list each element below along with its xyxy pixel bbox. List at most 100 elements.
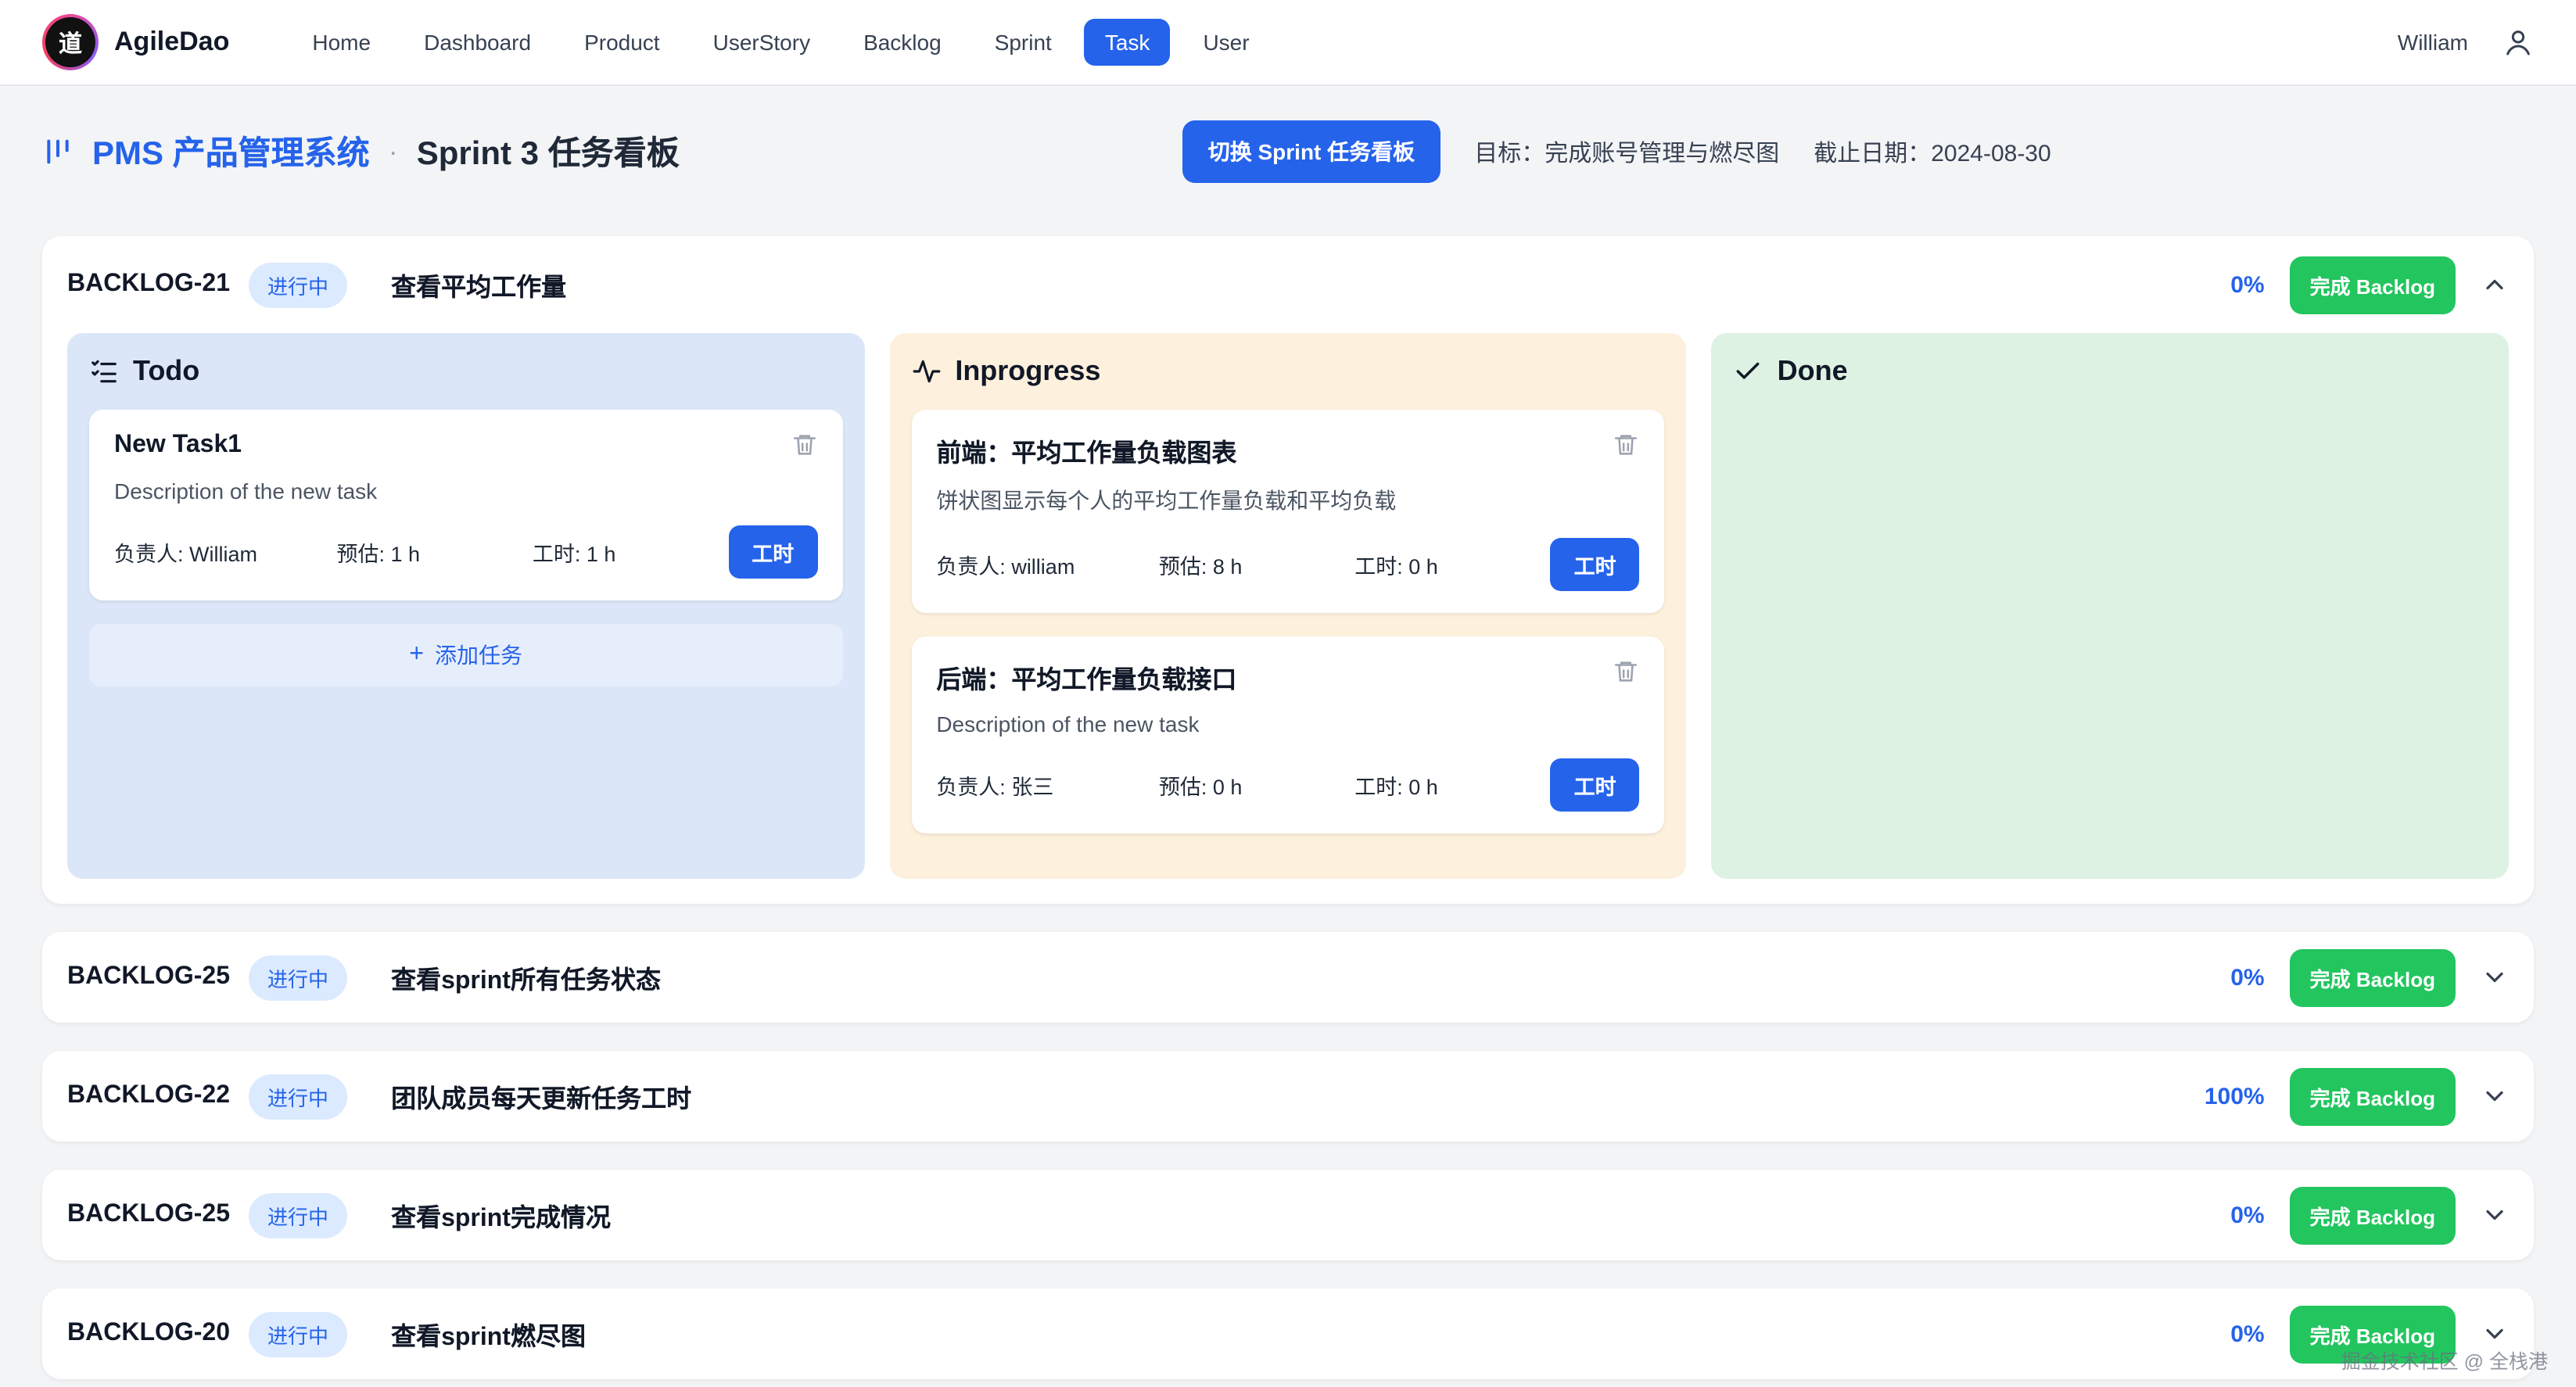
complete-backlog-button[interactable]: 完成 Backlog <box>2290 1186 2456 1244</box>
task-assignee: 负责人: William <box>114 536 337 568</box>
task-card[interactable]: 前端：平均工作量负载图表 饼状图显示每个人的平均工作量负载和平均负载 负责人: … <box>911 410 1664 613</box>
activity-pulse-icon <box>911 357 941 386</box>
task-hours: 工时: 0 h <box>1354 549 1550 580</box>
task-description: Description of the new task <box>114 478 817 504</box>
complete-backlog-button[interactable]: 完成 Backlog <box>2290 256 2456 314</box>
kanban-icon <box>42 136 74 167</box>
chevron-down-icon[interactable] <box>2481 1201 2509 1229</box>
backlog-card-expanded: BACKLOG-21 进行中 查看平均工作量 0% 完成 Backlog <box>42 236 2534 904</box>
brand-logo-glyph: 道 <box>45 17 95 67</box>
complete-backlog-button[interactable]: 完成 Backlog <box>2290 1305 2456 1363</box>
backlog-header-right: 0% 完成 Backlog <box>2230 256 2509 314</box>
nav-item-product[interactable]: Product <box>564 19 680 66</box>
task-estimate: 预估: 8 h <box>1159 549 1354 580</box>
status-badge: 进行中 <box>249 262 347 307</box>
brand[interactable]: 道 AgileDao <box>42 14 229 70</box>
nav-item-sprint[interactable]: Sprint <box>974 19 1072 66</box>
column-inprogress-name: Inprogress <box>955 355 1100 388</box>
chevron-down-icon[interactable] <box>2481 1320 2509 1348</box>
column-todo-name: Todo <box>133 355 199 388</box>
task-title: 前端：平均工作量负载图表 <box>936 432 1236 469</box>
backlog-board: BACKLOG-21 进行中 查看平均工作量 0% 完成 Backlog <box>0 211 2576 1379</box>
column-done-name: Done <box>1778 355 1848 388</box>
column-inprogress-header: Inprogress <box>911 355 1664 388</box>
status-badge: 进行中 <box>249 1073 347 1119</box>
nav-right: William <box>2398 27 2534 58</box>
chevron-down-icon[interactable] <box>2481 1082 2509 1110</box>
app-window: 道 AgileDao Home Dashboard Product UserSt… <box>0 0 2576 1387</box>
task-estimate: 预估: 1 h <box>337 536 533 568</box>
task-hours: 工时: 0 h <box>1354 769 1550 801</box>
task-meta: 负责人: William 预估: 1 h 工时: 1 h 工时 <box>114 525 817 579</box>
task-estimate: 预估: 0 h <box>1159 769 1354 801</box>
backlog-id: BACKLOG-25 <box>67 963 230 991</box>
navbar: 道 AgileDao Home Dashboard Product UserSt… <box>0 0 2576 86</box>
progress-value: 0% <box>2230 964 2264 991</box>
plus-icon: + <box>409 641 424 669</box>
task-assignee: 负责人: 张三 <box>936 769 1159 801</box>
backlog-title: 查看sprint燃尽图 <box>391 1315 586 1353</box>
progress-value: 100% <box>2205 1083 2265 1109</box>
task-hours: 工时: 1 h <box>533 536 728 568</box>
delete-task-icon[interactable] <box>791 432 817 463</box>
backlog-row[interactable]: BACKLOG-25 进行中 查看sprint完成情况 0% 完成 Backlo… <box>42 1170 2534 1260</box>
nav-item-userstory[interactable]: UserStory <box>693 19 831 66</box>
column-todo-header: Todo <box>89 355 842 388</box>
backlog-id: BACKLOG-25 <box>67 1201 230 1229</box>
sprint-goal: 目标：完成账号管理与燃尽图 <box>1474 135 1779 168</box>
delete-task-icon[interactable] <box>1613 432 1640 463</box>
current-user-name: William <box>2398 30 2468 55</box>
backlog-id: BACKLOG-22 <box>67 1082 230 1110</box>
add-task-label: 添加任务 <box>435 640 522 671</box>
progress-value: 0% <box>2230 1321 2264 1347</box>
brand-logo-icon: 道 <box>42 14 99 70</box>
backlog-title: 查看sprint所有任务状态 <box>391 959 661 996</box>
task-card[interactable]: New Task1 Description of the new task 负责… <box>89 410 842 600</box>
column-done: Done <box>1712 333 2509 879</box>
task-card[interactable]: 后端：平均工作量负载接口 Description of the new task… <box>911 636 1664 833</box>
backlog-title: 团队成员每天更新任务工时 <box>391 1077 691 1115</box>
add-task-button[interactable]: + 添加任务 <box>89 624 842 686</box>
task-description: 饼状图显示每个人的平均工作量负载和平均负载 <box>936 485 1639 516</box>
backlog-row[interactable]: BACKLOG-20 进行中 查看sprint燃尽图 0% 完成 Backlog <box>42 1288 2534 1379</box>
backlog-title: 查看平均工作量 <box>391 266 566 303</box>
progress-value: 0% <box>2230 271 2264 298</box>
nav-item-user[interactable]: User <box>1182 19 1269 66</box>
nav-item-task[interactable]: Task <box>1085 19 1171 66</box>
backlog-id: BACKLOG-20 <box>67 1320 230 1348</box>
nav-item-backlog[interactable]: Backlog <box>843 19 962 66</box>
delete-task-icon[interactable] <box>1613 658 1640 690</box>
column-inprogress: Inprogress 前端：平均工作量负载图表 饼状图显示每个人的平均工作量负载… <box>889 333 1686 879</box>
status-badge: 进行中 <box>249 955 347 1000</box>
log-hours-button[interactable]: 工时 <box>728 525 817 579</box>
column-todo: Todo New Task1 Description of the new ta… <box>67 333 864 879</box>
status-badge: 进行中 <box>249 1311 347 1357</box>
log-hours-button[interactable]: 工时 <box>1551 758 1640 812</box>
chevron-up-icon[interactable] <box>2481 271 2509 299</box>
page-header: PMS 产品管理系统 · Sprint 3 任务看板 切换 Sprint 任务看… <box>0 86 2576 211</box>
page-title-sprint: Sprint 3 任务看板 <box>417 128 680 175</box>
complete-backlog-button[interactable]: 完成 Backlog <box>2290 1067 2456 1125</box>
task-description: Description of the new task <box>936 711 1639 737</box>
task-title: New Task1 <box>114 432 242 460</box>
progress-value: 0% <box>2230 1202 2264 1228</box>
page-title-system: PMS 产品管理系统 <box>92 128 370 175</box>
nav-links: Home Dashboard Product UserStory Backlog… <box>292 19 1269 66</box>
status-badge: 进行中 <box>249 1192 347 1238</box>
chevron-down-icon[interactable] <box>2481 963 2509 991</box>
log-hours-button[interactable]: 工时 <box>1551 538 1640 591</box>
nav-item-home[interactable]: Home <box>292 19 391 66</box>
backlog-id: BACKLOG-21 <box>67 271 230 299</box>
backlog-title: 查看sprint完成情况 <box>391 1196 611 1234</box>
page-title-separator: · <box>389 135 398 168</box>
complete-backlog-button[interactable]: 完成 Backlog <box>2290 948 2456 1006</box>
backlog-row[interactable]: BACKLOG-25 进行中 查看sprint所有任务状态 0% 完成 Back… <box>42 932 2534 1023</box>
switch-sprint-board-button[interactable]: 切换 Sprint 任务看板 <box>1183 120 1440 183</box>
sprint-deadline: 截止日期：2024-08-30 <box>1814 135 2050 168</box>
task-title: 后端：平均工作量负载接口 <box>936 658 1236 696</box>
backlog-row[interactable]: BACKLOG-22 进行中 团队成员每天更新任务工时 100% 完成 Back… <box>42 1051 2534 1141</box>
nav-item-dashboard[interactable]: Dashboard <box>404 19 551 66</box>
user-avatar-icon[interactable] <box>2502 27 2534 58</box>
kanban-columns: Todo New Task1 Description of the new ta… <box>42 333 2534 904</box>
backlog-header[interactable]: BACKLOG-21 进行中 查看平均工作量 0% 完成 Backlog <box>42 236 2534 333</box>
